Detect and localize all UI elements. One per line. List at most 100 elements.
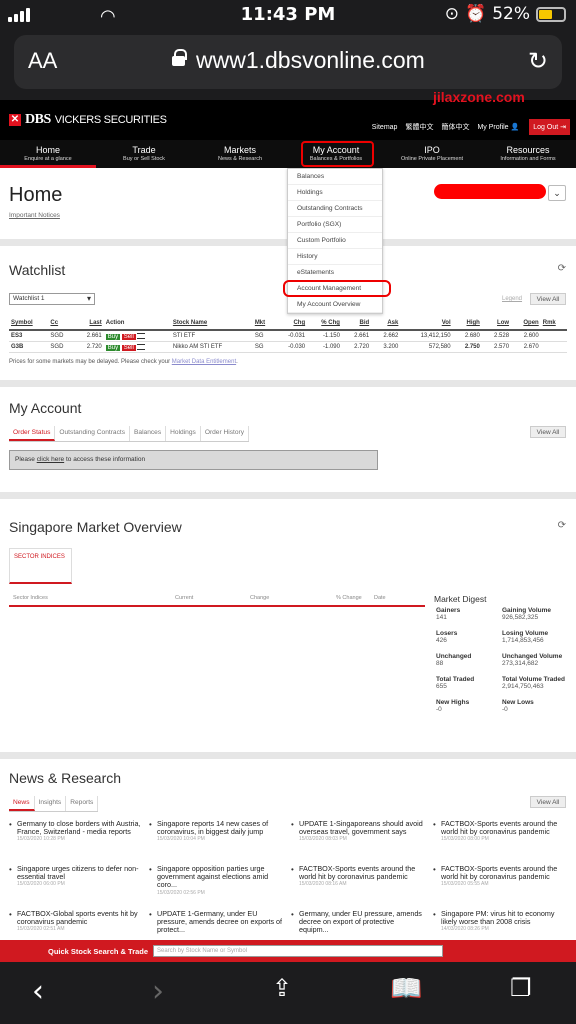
logo-vickers-text: VICKERS SECURITIES bbox=[54, 114, 167, 126]
news-item[interactable]: FACTBOX-Sports events around the world h… bbox=[291, 865, 425, 910]
news-item[interactable]: Singapore urges citizens to defer non-es… bbox=[9, 865, 143, 910]
forward-icon[interactable]: › bbox=[152, 974, 164, 1009]
news-headline[interactable]: FACTBOX-Global sports events hit by coro… bbox=[17, 910, 143, 926]
dropdown-item-portfolio-sgx[interactable]: Portfolio (SGX) bbox=[288, 217, 382, 233]
col-current: Current bbox=[175, 595, 194, 601]
col-last[interactable]: Last bbox=[74, 317, 104, 331]
col-high[interactable]: High bbox=[452, 317, 482, 331]
sell-button[interactable]: Sell bbox=[121, 345, 136, 351]
col-mkt[interactable]: Mkt bbox=[252, 317, 275, 331]
legend-link[interactable]: Legend bbox=[502, 296, 522, 302]
dropdown-item-outstanding-contracts[interactable]: Outstanding Contracts bbox=[288, 201, 382, 217]
reload-icon[interactable]: ↻ bbox=[528, 47, 548, 76]
col-chg[interactable]: Chg bbox=[274, 317, 308, 331]
tab-holdings[interactable]: Holdings bbox=[166, 426, 201, 441]
dropdown-item-history[interactable]: History bbox=[288, 249, 382, 265]
tabs-icon[interactable]: ❐ bbox=[510, 974, 532, 1002]
nav-trade[interactable]: Trade Buy or Sell Stock bbox=[96, 140, 192, 168]
simplified-chinese-link[interactable]: 簡体中文 bbox=[441, 122, 469, 132]
col-vol[interactable]: Vol bbox=[400, 317, 453, 331]
important-notices-link[interactable]: Important Notices bbox=[9, 212, 60, 219]
sell-button[interactable]: Sell bbox=[121, 334, 136, 340]
text-size-button[interactable]: AA bbox=[28, 48, 57, 74]
news-headline[interactable]: Singapore urges citizens to defer non-es… bbox=[17, 865, 143, 881]
redacted-account-select[interactable] bbox=[434, 184, 546, 199]
news-item[interactable]: FACTBOX-Sports events around the world h… bbox=[433, 820, 567, 865]
watchlist-view-all-button[interactable]: View All bbox=[530, 293, 566, 305]
news-headline[interactable]: FACTBOX-Sports events around the world h… bbox=[441, 820, 567, 836]
cell-stock-name[interactable]: Nikko AM STI ETF bbox=[170, 341, 253, 353]
news-item[interactable]: Germany to close borders with Austria, F… bbox=[9, 820, 143, 865]
chevron-down-icon[interactable]: ⌄ bbox=[548, 185, 566, 201]
sitemap-link[interactable]: Sitemap bbox=[372, 124, 398, 131]
watchlist-select[interactable]: Watchlist 1 bbox=[9, 293, 95, 305]
cell-pchg: -1.150 bbox=[307, 330, 342, 342]
menu-icon[interactable] bbox=[137, 333, 146, 339]
tab-order-status[interactable]: Order Status bbox=[9, 426, 56, 441]
col-bid[interactable]: Bid bbox=[341, 317, 372, 331]
tab-insights[interactable]: Insights bbox=[35, 796, 67, 811]
news-item[interactable]: Singapore opposition parties urge govern… bbox=[149, 865, 283, 910]
market-overview-refresh-icon[interactable]: ⟳ bbox=[558, 520, 566, 531]
nav-home[interactable]: Home Enquire at a glance bbox=[0, 140, 96, 168]
dropdown-item-holdings[interactable]: Holdings bbox=[288, 185, 382, 201]
tab-sector-indices[interactable]: SECTOR INDICES bbox=[9, 548, 72, 584]
tab-outstanding-contracts[interactable]: Outstanding Contracts bbox=[55, 426, 130, 441]
news-headline[interactable]: Singapore PM: virus hit to economy likel… bbox=[441, 910, 567, 926]
cell-symbol[interactable]: G3B bbox=[9, 341, 49, 353]
news-view-all-button[interactable]: View All bbox=[530, 796, 566, 808]
nav-resources[interactable]: Resources Information and Forms bbox=[480, 140, 576, 168]
dropdown-item-balances[interactable]: Balances bbox=[288, 169, 382, 185]
news-item[interactable]: Singapore reports 14 new cases of corona… bbox=[149, 820, 283, 865]
news-headline[interactable]: Singapore reports 14 new cases of corona… bbox=[157, 820, 283, 836]
news-headline[interactable]: UPDATE 1-Germany, under EU pressure, ame… bbox=[157, 910, 283, 935]
dropdown-item-my-account-overview[interactable]: My Account Overview bbox=[288, 297, 382, 313]
digest-value: -0 bbox=[436, 706, 442, 713]
tab-order-history[interactable]: Order History bbox=[201, 426, 250, 441]
news-date: 15/03/2020 05:55 AM bbox=[441, 881, 489, 888]
my-account-view-all-button[interactable]: View All bbox=[530, 426, 566, 438]
logout-button[interactable]: Log Out ⇥ bbox=[529, 119, 570, 135]
bookmarks-icon[interactable]: 📖 bbox=[390, 974, 422, 1004]
my-profile-link[interactable]: My Profile 👤 bbox=[477, 123, 519, 131]
quick-search-input[interactable]: Search by Stock Name or Symbol bbox=[153, 945, 443, 957]
buy-button[interactable]: Buy bbox=[105, 334, 121, 340]
col-ask[interactable]: Ask bbox=[371, 317, 401, 331]
cell-stock-name[interactable]: STI ETF bbox=[170, 330, 253, 342]
news-headline[interactable]: Singapore opposition parties urge govern… bbox=[157, 865, 283, 890]
dropdown-item-estatements[interactable]: eStatements bbox=[288, 265, 382, 281]
news-column: Singapore reports 14 new cases of corona… bbox=[149, 820, 283, 955]
tab-news[interactable]: News bbox=[9, 796, 35, 811]
news-headline[interactable]: UPDATE 1-Singaporeans should avoid overs… bbox=[299, 820, 425, 836]
cell-symbol[interactable]: ES3 bbox=[9, 330, 49, 342]
col-open[interactable]: Open bbox=[511, 317, 541, 331]
nav-markets[interactable]: Markets News & Research bbox=[192, 140, 288, 168]
news-headline[interactable]: Germany, under EU pressure, amends decre… bbox=[299, 910, 425, 935]
news-item[interactable]: FACTBOX-Sports events around the world h… bbox=[433, 865, 567, 910]
url-text[interactable]: www1.dbsvonline.com bbox=[196, 47, 425, 74]
col-stock-name[interactable]: Stock Name bbox=[170, 317, 253, 331]
tab-reports[interactable]: Reports bbox=[66, 796, 99, 811]
dbs-logo[interactable]: ✕ DBS VICKERS SECURITIES bbox=[9, 112, 167, 128]
market-data-entitlement-link[interactable]: Market Data Entitlement bbox=[172, 359, 236, 365]
menu-icon[interactable] bbox=[137, 344, 146, 350]
col-symbol[interactable]: Symbol bbox=[9, 317, 49, 331]
news-headline[interactable]: FACTBOX-Sports events around the world h… bbox=[441, 865, 567, 881]
watchlist-refresh-icon[interactable]: ⟳ bbox=[558, 263, 566, 274]
address-bar[interactable]: AA www1.dbsvonline.com ↻ bbox=[14, 35, 562, 89]
col-cc[interactable]: Cc bbox=[48, 317, 75, 331]
news-headline[interactable]: FACTBOX-Sports events around the world h… bbox=[299, 865, 425, 881]
back-icon[interactable]: ‹ bbox=[32, 974, 44, 1009]
buy-button[interactable]: Buy bbox=[105, 345, 121, 351]
col-pchg[interactable]: % Chg bbox=[307, 317, 342, 331]
col-low[interactable]: Low bbox=[481, 317, 512, 331]
news-item[interactable]: UPDATE 1-Singaporeans should avoid overs… bbox=[291, 820, 425, 865]
click-here-link[interactable]: click here bbox=[37, 456, 64, 463]
news-headline[interactable]: Germany to close borders with Austria, F… bbox=[17, 820, 143, 836]
traditional-chinese-link[interactable]: 繁體中文 bbox=[405, 122, 433, 132]
col-rmk[interactable]: Rmk bbox=[540, 317, 567, 331]
dropdown-item-custom-portfolio[interactable]: Custom Portfolio bbox=[288, 233, 382, 249]
share-icon[interactable]: ⇪ bbox=[272, 974, 292, 1002]
nav-ipo[interactable]: IPO Online Private Placement bbox=[384, 140, 480, 168]
tab-balances[interactable]: Balances bbox=[130, 426, 167, 441]
